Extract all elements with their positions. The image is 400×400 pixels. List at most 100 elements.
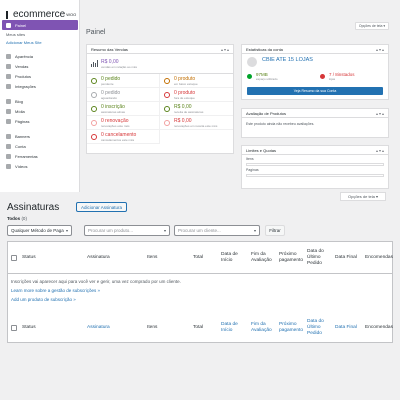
- status-cell[interactable]: 0 cancelamento cancelamentos este mês: [87, 130, 160, 144]
- sidebar-item-label: Mídia: [15, 108, 25, 114]
- column-header[interactable]: Próximo pagamento: [279, 316, 307, 340]
- select-all-checkbox[interactable]: [11, 325, 17, 331]
- select-all-checkbox[interactable]: [11, 255, 17, 261]
- column-header[interactable]: Data de Início: [221, 316, 249, 340]
- status-icon: [91, 119, 97, 126]
- status-cell[interactable]: 0 produto fora de estoque: [160, 88, 233, 102]
- status-grid: 0 pedido pendente 0 produto em baixo estoqu…: [87, 74, 233, 144]
- status-desc: receita de assinaturas: [174, 109, 204, 114]
- filter-button[interactable]: Filtrar: [265, 225, 285, 236]
- widget-title: Estatísticas da conta: [246, 46, 283, 52]
- status-cell[interactable]: 0 inscrição assinaturas ativas: [87, 102, 160, 116]
- sidebar-item-label: Meus sites: [6, 31, 26, 37]
- menu-icon: [6, 143, 11, 149]
- sidebar-item[interactable]: Produtos: [0, 71, 80, 81]
- widget-header: Avaliação de Produtos ▴▾▴: [242, 109, 388, 118]
- status-filter[interactable]: Todos (0): [7, 216, 27, 221]
- page-title: Assinaturas: [7, 202, 60, 213]
- sidebar-item[interactable]: Ferramentas: [0, 151, 80, 161]
- status-value: 0 renovação: [101, 117, 129, 124]
- table-header: Status Assinatura Itens Total Data de Início…: [8, 242, 393, 274]
- status-icon: [91, 91, 97, 98]
- column-header: Total: [193, 325, 204, 330]
- stores-stat: 7 / 8instados lojas: [315, 70, 388, 82]
- payment-method-select[interactable]: Qualquer Método de Paga ▾: [7, 225, 72, 236]
- status-cell[interactable]: 0 produto em baixo estoque: [160, 74, 233, 88]
- select-value: Qualquer Método de Paga: [11, 228, 64, 233]
- storage-stat: 97MB espaço utilizado: [242, 70, 315, 82]
- add-product-link[interactable]: Add um produto de subscrição »: [11, 297, 76, 302]
- learn-more-link[interactable]: Learn more sobre a gestão de subscrições…: [11, 288, 100, 293]
- sidebar-item[interactable]: Banners: [0, 131, 80, 141]
- sidebar-subitem[interactable]: Adicionar Meus Site: [0, 38, 80, 46]
- status-cell[interactable]: R$ 0,00 receita de assinaturas: [160, 102, 233, 116]
- customer-search-select[interactable]: Procurar um cliente... ▾: [174, 225, 260, 236]
- column-header: Data de Início: [221, 252, 238, 263]
- sidebar-item-label: Produtos: [15, 73, 32, 79]
- status-desc: aguardando: [101, 95, 118, 100]
- sidebar-item[interactable]: Blog: [0, 96, 80, 106]
- select-placeholder: Procurar um produto...: [88, 228, 134, 233]
- page-title: Painel: [86, 29, 106, 36]
- sidebar-subitem[interactable]: Meus sites: [0, 30, 80, 38]
- column-header[interactable]: Assinatura: [87, 316, 115, 340]
- widget-controls-icon[interactable]: ▴▾▴: [376, 47, 385, 52]
- widget-title: Avaliação de Produtos: [246, 110, 286, 116]
- admin-sidebar: ecommerce WOO Painel Meus sites Adicionar …: [0, 0, 80, 192]
- dashboard-section: ecommerce WOO Painel Meus sites Adicionar …: [0, 0, 400, 192]
- chevron-down-icon: ▾: [163, 228, 166, 233]
- status-value: 0 produto: [174, 75, 196, 82]
- storage-sub: espaço utilizado: [256, 76, 278, 81]
- status-icon: [164, 105, 170, 112]
- status-value: 0 pedido: [101, 75, 121, 82]
- store-avatar-icon: [247, 57, 257, 67]
- ecommerce-logo[interactable]: ecommerce WOO: [6, 9, 76, 20]
- sidebar-item[interactable]: Aparência: [0, 51, 80, 61]
- widget-header: Resumo das Vendas ▴▾▴: [87, 45, 233, 54]
- column-header[interactable]: Data do Último Pedido: [307, 316, 335, 340]
- sales-amount-row[interactable]: R$ 0,00 vendas em relação ao mês: [87, 54, 233, 74]
- screen-options-button[interactable]: Opções de tela ▾: [355, 22, 389, 30]
- reviews-empty-text: Este produto ainda não recebeu avaliaçõe…: [246, 122, 315, 126]
- sidebar-item[interactable]: Vendas: [0, 61, 80, 71]
- sidebar-item[interactable]: Conta: [0, 141, 80, 151]
- status-cell[interactable]: R$ 0,00 renovações em receita este mês: [160, 116, 233, 130]
- status-cell[interactable]: 0 pedido aguardando: [87, 88, 160, 102]
- status-cell[interactable]: 0 pedido pendente: [87, 74, 160, 88]
- column-header: Encomendas: [365, 325, 393, 330]
- widget-controls-icon[interactable]: ▴▾▴: [221, 47, 230, 52]
- status-icon: [91, 77, 97, 84]
- status-desc: renovações este mês: [101, 123, 130, 128]
- menu-icon: [6, 108, 11, 114]
- store-name[interactable]: CBIE ATE 15 LOJAS: [242, 54, 388, 70]
- sidebar-item-label: Aparência: [15, 53, 34, 59]
- column-header: Encomendas: [365, 255, 393, 260]
- column-header: Próximo pagamento: [279, 252, 304, 263]
- menu-icon: [6, 83, 11, 89]
- screen-options-button[interactable]: Opções de tela ▾: [340, 192, 386, 201]
- sidebar-item-label: Integrações: [15, 83, 36, 89]
- account-summary-button[interactable]: Veja Resumo da sua Conta: [247, 87, 383, 95]
- sidebar-item-label: Ferramentas: [15, 153, 38, 159]
- limit-label: Itens: [246, 157, 254, 161]
- status-cell[interactable]: 0 renovação renovações este mês: [87, 116, 160, 130]
- sidebar-item[interactable]: Integrações: [0, 81, 80, 91]
- product-search-select[interactable]: Procurar um produto... ▾: [84, 225, 170, 236]
- sidebar-item[interactable]: Mídia: [0, 106, 80, 116]
- column-header[interactable]: Data Final: [335, 316, 363, 340]
- filter-all-link[interactable]: Todos: [7, 216, 20, 221]
- widget-controls-icon[interactable]: ▴▾▴: [376, 148, 385, 153]
- sidebar-item[interactable]: Páginas: [0, 116, 80, 126]
- column-header[interactable]: Fim da Avaliação: [251, 316, 279, 340]
- sidebar-item[interactable]: Vídeos: [0, 161, 80, 171]
- column-header: Itens: [147, 325, 158, 330]
- add-subscription-button[interactable]: Adicionar Assinatura: [76, 202, 128, 212]
- storage-icon: [247, 73, 252, 79]
- status-desc: pendente: [101, 81, 114, 86]
- widget-controls-icon[interactable]: ▴▾▴: [376, 111, 385, 116]
- sidebar-item[interactable]: Painel: [2, 20, 78, 30]
- status-desc: fora de estoque: [174, 95, 195, 100]
- sidebar-nav: Painel Meus sites Adicionar Meus Site Aparê…: [0, 20, 80, 171]
- status-value: 0 produto: [174, 89, 196, 96]
- column-header: Assinatura: [87, 255, 110, 260]
